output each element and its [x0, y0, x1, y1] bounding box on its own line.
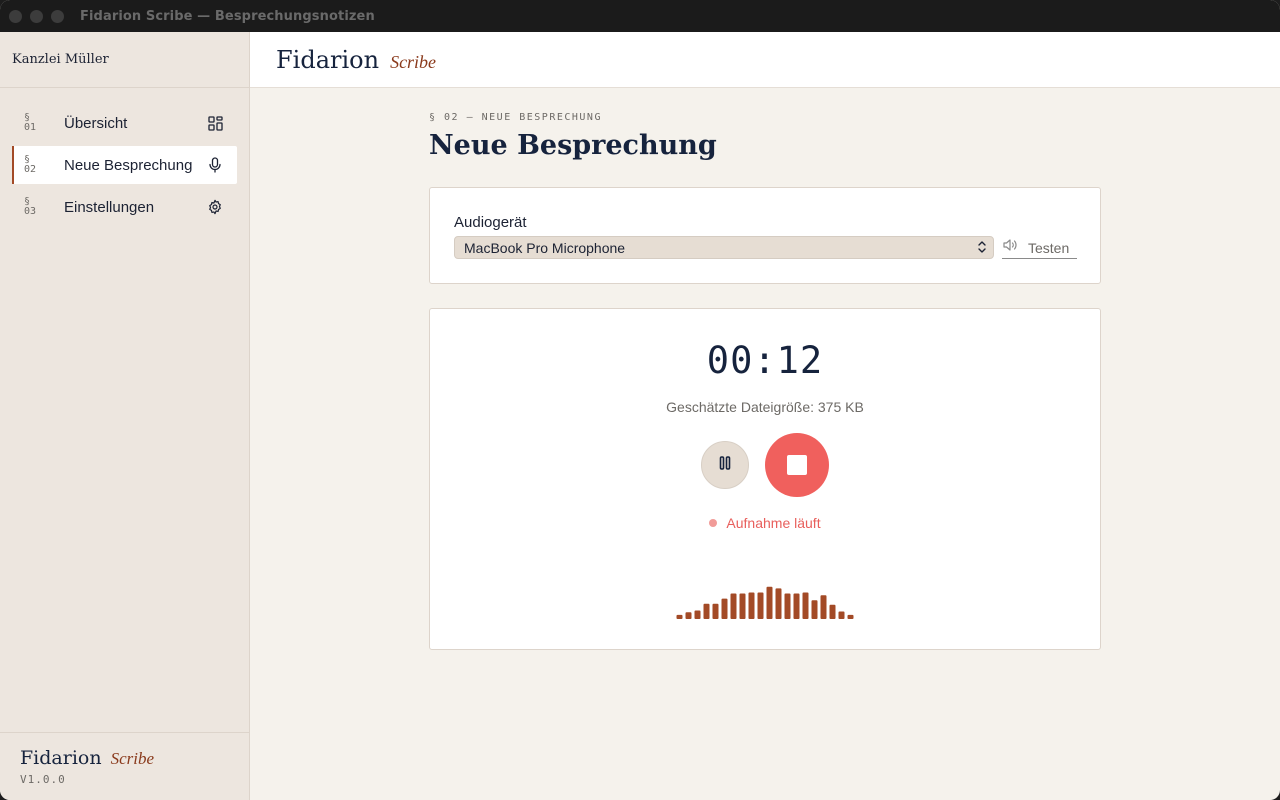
recording-status-text: Aufnahme läuft: [726, 515, 821, 531]
waveform-bar: [811, 600, 818, 619]
brand-logo: Fidarion Scribe: [276, 45, 437, 74]
minimize-window-button[interactable]: [30, 9, 43, 23]
waveform-bar: [775, 588, 782, 619]
sidebar-item-einstellungen[interactable]: § 03 Einstellungen: [12, 188, 237, 226]
waveform-bar: [685, 612, 692, 619]
sidebar-item-label: Übersicht: [64, 114, 128, 132]
sidebar-item-label: Neue Besprechung: [64, 156, 193, 174]
maximize-window-button[interactable]: [51, 9, 64, 23]
waveform-bar: [802, 592, 809, 619]
nav-section-number: § 01: [24, 112, 37, 133]
recording-indicator-dot: [709, 519, 718, 527]
speaker-icon: [1002, 238, 1018, 257]
sidebar-nav: § 01 Übersicht § 02 Neue Besprechung § 0…: [0, 88, 249, 226]
pause-button[interactable]: [701, 441, 749, 489]
waveform-bar: [730, 593, 737, 619]
brand-logo-small: Fidarion Scribe: [20, 747, 155, 769]
window-title: Fidarion Scribe — Besprechungsnotizen: [80, 8, 375, 24]
select-chevron-icon: [977, 239, 987, 258]
audio-device-select[interactable]: MacBook Pro Microphone: [454, 236, 994, 259]
gear-icon: [205, 199, 225, 215]
nav-section-number: § 03: [24, 196, 37, 217]
stop-button[interactable]: [765, 433, 829, 497]
test-audio-button[interactable]: Testen: [1002, 237, 1077, 259]
waveform-bar: [820, 595, 827, 619]
waveform-bar: [784, 593, 791, 619]
sidebar-item-neue-besprechung[interactable]: § 02 Neue Besprechung: [12, 146, 237, 184]
nav-section-number: § 02: [24, 154, 37, 175]
waveform-bar: [847, 614, 854, 619]
organization-name: Kanzlei Müller: [0, 32, 249, 88]
estimated-file-size: Geschätzte Dateigröße: 375 KB: [666, 399, 864, 415]
page-title: Neue Besprechung: [429, 130, 717, 161]
top-bar: Fidarion Scribe: [250, 32, 1280, 88]
waveform-bar: [721, 598, 728, 619]
microphone-icon: [205, 157, 225, 173]
sidebar-item-uebersicht[interactable]: § 01 Übersicht: [12, 104, 237, 142]
section-kicker: § 02 — NEUE BESPRECHUNG: [429, 112, 602, 123]
pause-icon: [718, 455, 732, 476]
waveform-bar: [793, 593, 800, 619]
waveform-bar: [712, 603, 719, 619]
waveform-bar: [694, 610, 701, 619]
waveform-bar: [829, 604, 836, 619]
waveform-bar: [838, 611, 845, 619]
waveform-bar: [757, 592, 764, 619]
app-version: V1.0.0: [20, 773, 66, 786]
recording-card: 00:12 Geschätzte Dateigröße: 375 KB Aufn…: [429, 308, 1101, 650]
selected-device: MacBook Pro Microphone: [464, 239, 626, 256]
test-audio-label: Testen: [1028, 239, 1070, 256]
recording-timer: 00:12: [706, 339, 824, 382]
grid-icon: [205, 115, 225, 131]
waveform-bar: [703, 603, 710, 619]
waveform-bar: [748, 592, 755, 619]
audio-device-card: Audiogerät MacBook Pro Microphone Testen: [429, 187, 1101, 284]
main-content: § 02 — NEUE BESPRECHUNG Neue Besprechung…: [250, 88, 1280, 800]
recording-status: Aufnahme läuft: [430, 515, 1100, 531]
audio-waveform: [676, 586, 854, 619]
stop-icon: [787, 455, 807, 475]
waveform-bar: [766, 586, 773, 619]
sidebar-item-label: Einstellungen: [64, 198, 155, 216]
app-window: Fidarion Scribe — Besprechungsnotizen Ka…: [0, 0, 1280, 800]
close-window-button[interactable]: [9, 9, 22, 23]
sidebar-footer: Fidarion Scribe V1.0.0: [0, 732, 249, 800]
waveform-bar: [676, 614, 683, 619]
window-controls: [9, 9, 64, 23]
title-bar: Fidarion Scribe — Besprechungsnotizen: [0, 0, 1280, 32]
sidebar: Kanzlei Müller § 01 Übersicht § 02 Neue …: [0, 32, 250, 800]
waveform-bar: [739, 593, 746, 619]
audio-device-label: Audiogerät: [454, 214, 527, 231]
